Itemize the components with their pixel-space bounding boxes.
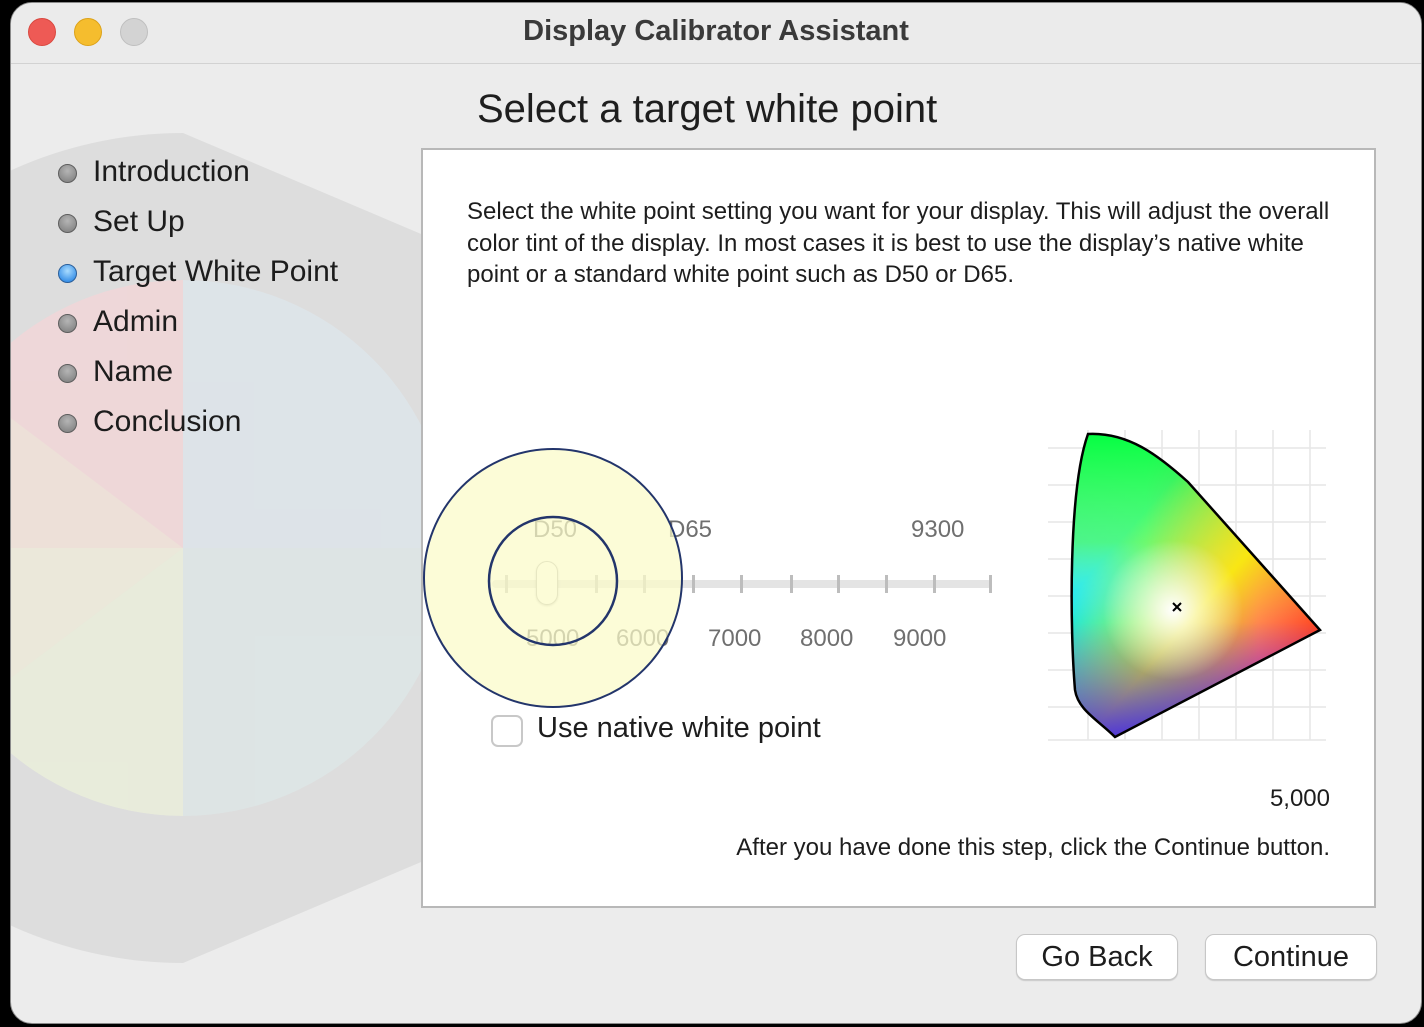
window-title: Display Calibrator Assistant: [523, 15, 909, 47]
slider-tick: [692, 575, 695, 593]
step-dot-active-icon: [58, 264, 77, 283]
slider-label-d65: D65: [668, 516, 713, 543]
instructions-text: Select the white point setting you want …: [467, 198, 1330, 288]
slider-label-5000: 5000: [526, 625, 580, 652]
slider-label-6000: 6000: [616, 625, 670, 652]
slider-tick: [643, 575, 646, 593]
step-dot-icon: [58, 214, 77, 233]
slider-label-9300: 9300: [911, 516, 965, 543]
continue-button[interactable]: Continue: [1205, 934, 1377, 980]
step-label: Name: [93, 355, 174, 388]
slider-tick: [740, 575, 743, 593]
step-label: Introduction: [93, 155, 250, 188]
slider-tick: [933, 575, 936, 593]
native-white-point-label[interactable]: Use native white point: [537, 712, 821, 745]
step-dot-icon: [58, 314, 77, 333]
step-dot-icon: [58, 164, 77, 183]
kelvin-value: 5,000: [1269, 785, 1330, 812]
background-color-wheel: [11, 133, 473, 963]
slider-tick: [885, 575, 888, 593]
step-label: Set Up: [93, 205, 185, 238]
content-panel: Select the white point setting you want …: [421, 148, 1376, 908]
step-label: Target White Point: [93, 255, 339, 288]
step-dot-icon: [58, 364, 77, 383]
slider-label-d50: D50: [533, 516, 578, 543]
slider-tick: [505, 575, 508, 593]
continue-hint: After you have done this step, click the…: [736, 834, 1330, 861]
slider-tick: [595, 575, 598, 593]
white-point-slider-thumb[interactable]: [536, 561, 558, 605]
native-white-point-checkbox[interactable]: [491, 715, 523, 747]
slider-tick: [989, 575, 992, 593]
slider-label-8000: 8000: [800, 625, 854, 652]
cie-chromaticity-diagram-icon: [1048, 430, 1326, 741]
step-dot-icon: [58, 414, 77, 433]
slider-tick: [790, 575, 793, 593]
step-label: Conclusion: [93, 405, 242, 438]
title-bar: Display Calibrator Assistant: [11, 3, 1421, 64]
app-window: Display Calibrator Assistant Select a ta…: [10, 2, 1422, 1024]
go-back-button[interactable]: Go Back: [1016, 934, 1178, 980]
slider-label-9000: 9000: [893, 625, 947, 652]
step-label: Admin: [93, 305, 179, 338]
slider-label-7000: 7000: [708, 625, 762, 652]
slider-tick: [837, 575, 840, 593]
page-heading: Select a target white point: [477, 87, 938, 131]
